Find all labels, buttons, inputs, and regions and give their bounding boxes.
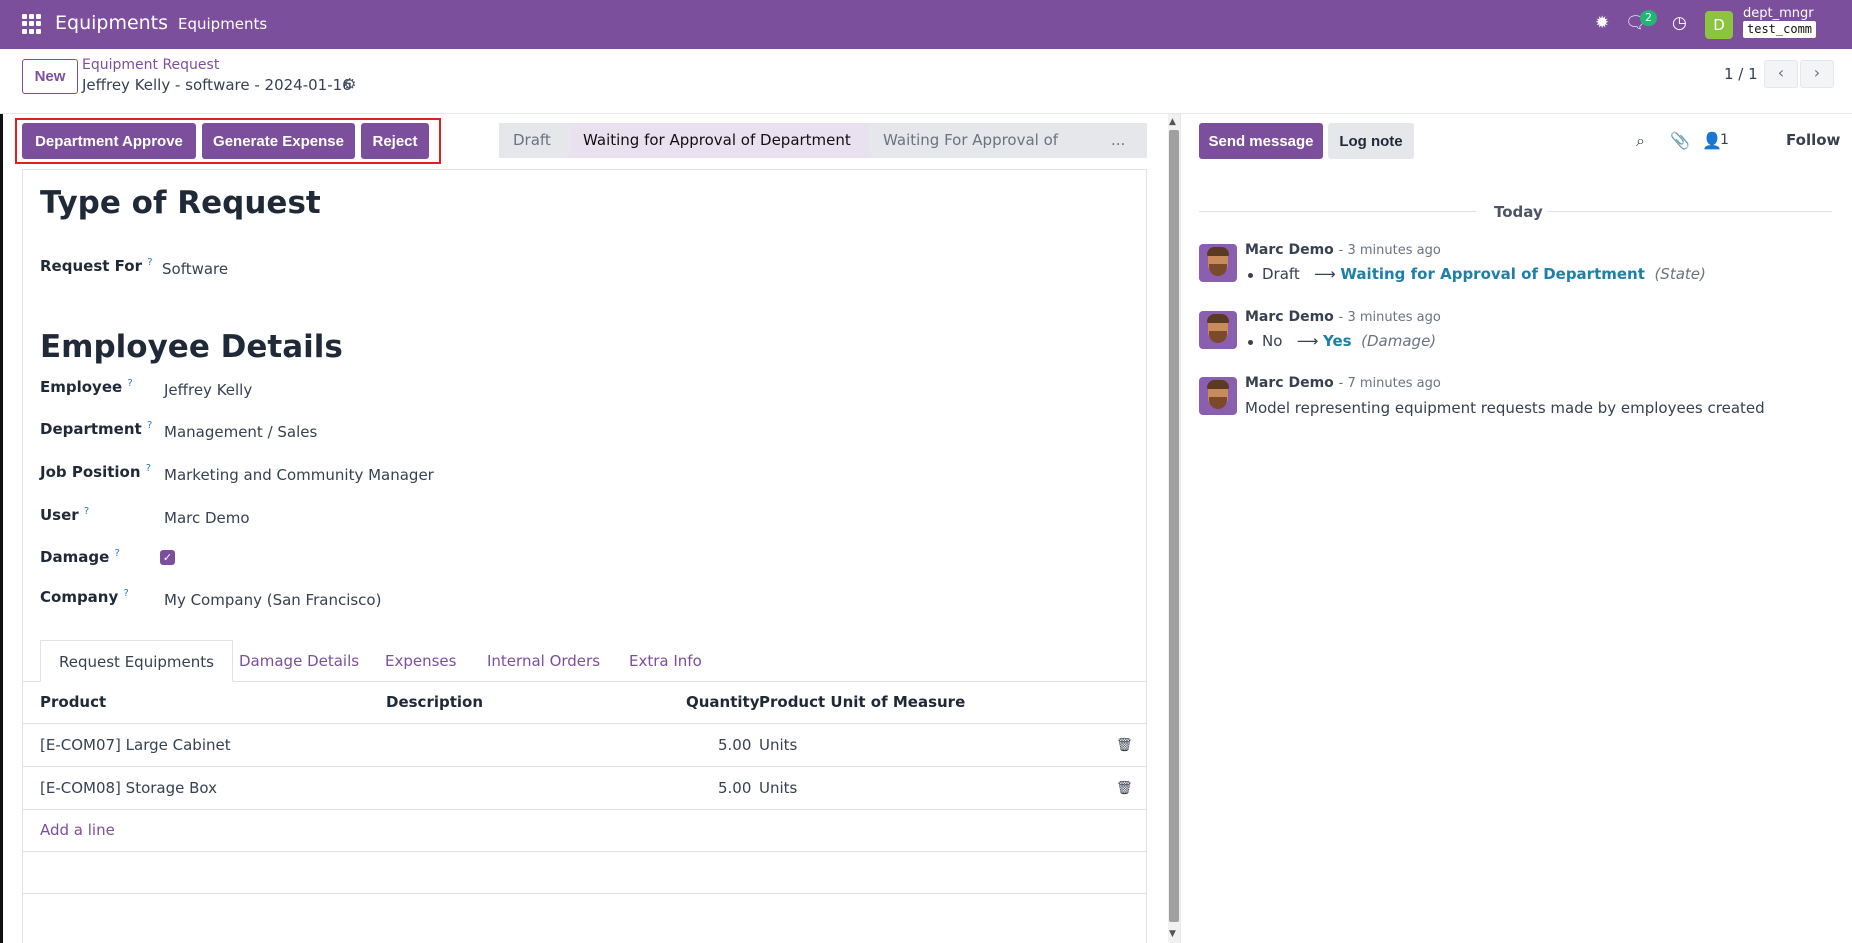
row2-uom[interactable]: Units [759,779,797,797]
top-navbar: Equipments Equipments ✹ 🗨 2 ◷ D dept_mng… [0,0,1852,49]
add-line-link[interactable]: Add a line [40,821,115,839]
app-root: Equipments Equipments ✹ 🗨 2 ◷ D dept_mng… [0,0,1852,943]
label-department: Department ? [40,420,153,438]
tab-request-equipments[interactable]: Request Equipments [40,640,233,682]
avatar[interactable] [1199,377,1237,415]
table-divider [23,766,1147,767]
stage-waiting-hr[interactable]: Waiting For Approval of HR [869,123,1097,184]
column-description[interactable]: Description [386,693,483,711]
scrollbar-thumb[interactable] [1169,130,1179,922]
status-bar: Draft Waiting for Approval of Department… [499,123,1147,184]
search-icon[interactable]: ⌕ [1636,131,1645,151]
scroll-down-icon[interactable]: ▼ [1169,929,1176,939]
label-company: Company ? [40,588,129,606]
row1-uom[interactable]: Units [759,736,797,754]
chat-badge: 2 [1640,10,1657,26]
table-divider [23,723,1147,724]
user-name[interactable]: dept_mngr [1743,6,1814,21]
bug-icon[interactable]: ✹ [1595,13,1609,33]
gear-icon[interactable]: ⚙ [343,75,356,93]
value-request-for[interactable]: Software [162,260,228,278]
table-divider [23,809,1147,810]
user-avatar[interactable]: D [1705,11,1733,39]
scroll-up-icon[interactable]: ▲ [1169,117,1176,127]
section-title-employee: Employee Details [40,329,343,365]
stage-waiting-department[interactable]: Waiting for Approval of Department [569,123,869,158]
form-sheet [22,169,1147,943]
label-damage: Damage ? [40,548,120,566]
tab-expenses[interactable]: Expenses [385,652,456,670]
generate-expense-button[interactable]: Generate Expense [202,123,355,159]
bullet [1248,340,1253,345]
follow-button[interactable]: Follow [1786,131,1840,149]
tracking-value: No ⟶ Yes (Damage) [1262,332,1437,350]
menu-equipments[interactable]: Equipments [178,15,267,33]
today-divider-right [1547,211,1832,212]
today-divider-left [1199,211,1476,212]
stage-draft[interactable]: Draft [499,123,569,158]
value-employee[interactable]: Jeffrey Kelly [164,381,252,399]
message-author[interactable]: Marc Demo - 3 minutes ago [1245,242,1441,258]
department-approve-button[interactable]: Department Approve [22,123,196,159]
new-button[interactable]: New [22,59,78,94]
record-name: Jeffrey Kelly - software - 2024-01-16 [82,76,352,94]
chatter-panel [1180,114,1852,943]
pager-next-button[interactable]: › [1800,60,1834,88]
log-note-button[interactable]: Log note [1328,123,1414,159]
row1-delete-icon[interactable]: 🗑 [1116,738,1133,753]
damage-checkbox[interactable]: ✓ [160,550,175,565]
tracking-value: Draft ⟶ Waiting for Approval of Departme… [1262,265,1706,283]
tab-damage-details[interactable]: Damage Details [239,652,359,670]
reject-button[interactable]: Reject [361,123,429,159]
label-job-position: Job Position ? [40,463,152,481]
row2-delete-icon[interactable]: 🗑 [1116,781,1133,796]
label-user: User ? [40,506,90,524]
table-divider [23,851,1147,852]
row1-product[interactable]: [E-COM07] Large Cabinet [40,736,231,754]
label-request-for: Request For ? [40,257,153,275]
avatar[interactable] [1199,244,1237,282]
stage-more-button[interactable]: ... [1097,123,1147,158]
label-employee: Employee ? [40,378,133,396]
value-user[interactable]: Marc Demo [164,509,250,527]
app-name[interactable]: Equipments [55,12,168,34]
followers-icon[interactable]: 👤 [1702,131,1722,150]
row1-quantity[interactable]: 5.00 [718,736,751,754]
bullet [1248,273,1253,278]
pager-previous-button[interactable]: ‹ [1764,60,1798,88]
tab-internal-orders[interactable]: Internal Orders [487,652,600,670]
pager-value[interactable]: 1 / 1 [1724,65,1758,83]
message-author[interactable]: Marc Demo - 3 minutes ago [1245,309,1441,325]
message-body: Model representing equipment requests ma… [1245,399,1765,417]
send-message-button[interactable]: Send message [1199,123,1323,159]
control-panel: New Equipment Request Jeffrey Kelly - so… [0,49,1852,114]
column-quantity[interactable]: Quantity [686,693,760,711]
row2-quantity[interactable]: 5.00 [718,779,751,797]
clock-icon[interactable]: ◷ [1672,13,1687,33]
apps-menu-icon[interactable] [22,14,42,34]
value-department[interactable]: Management / Sales [164,423,317,441]
breadcrumb[interactable]: Equipment Request [82,57,219,73]
message-author[interactable]: Marc Demo - 7 minutes ago [1245,375,1441,391]
value-company[interactable]: My Company (San Francisco) [164,591,381,609]
followers-count[interactable]: 1 [1720,132,1729,148]
paperclip-icon[interactable]: 📎 [1670,131,1690,150]
today-label: Today [1494,203,1543,221]
tab-extra-info[interactable]: Extra Info [629,652,702,670]
value-job-position[interactable]: Marketing and Community Manager [164,466,434,484]
avatar[interactable] [1199,311,1237,349]
section-title-type: Type of Request [40,185,321,221]
column-uom[interactable]: Product Unit of Measure [759,693,965,711]
row2-product[interactable]: [E-COM08] Storage Box [40,779,217,797]
table-divider [23,893,1147,894]
column-product[interactable]: Product [40,693,106,711]
database-name: test_comm [1743,21,1817,38]
